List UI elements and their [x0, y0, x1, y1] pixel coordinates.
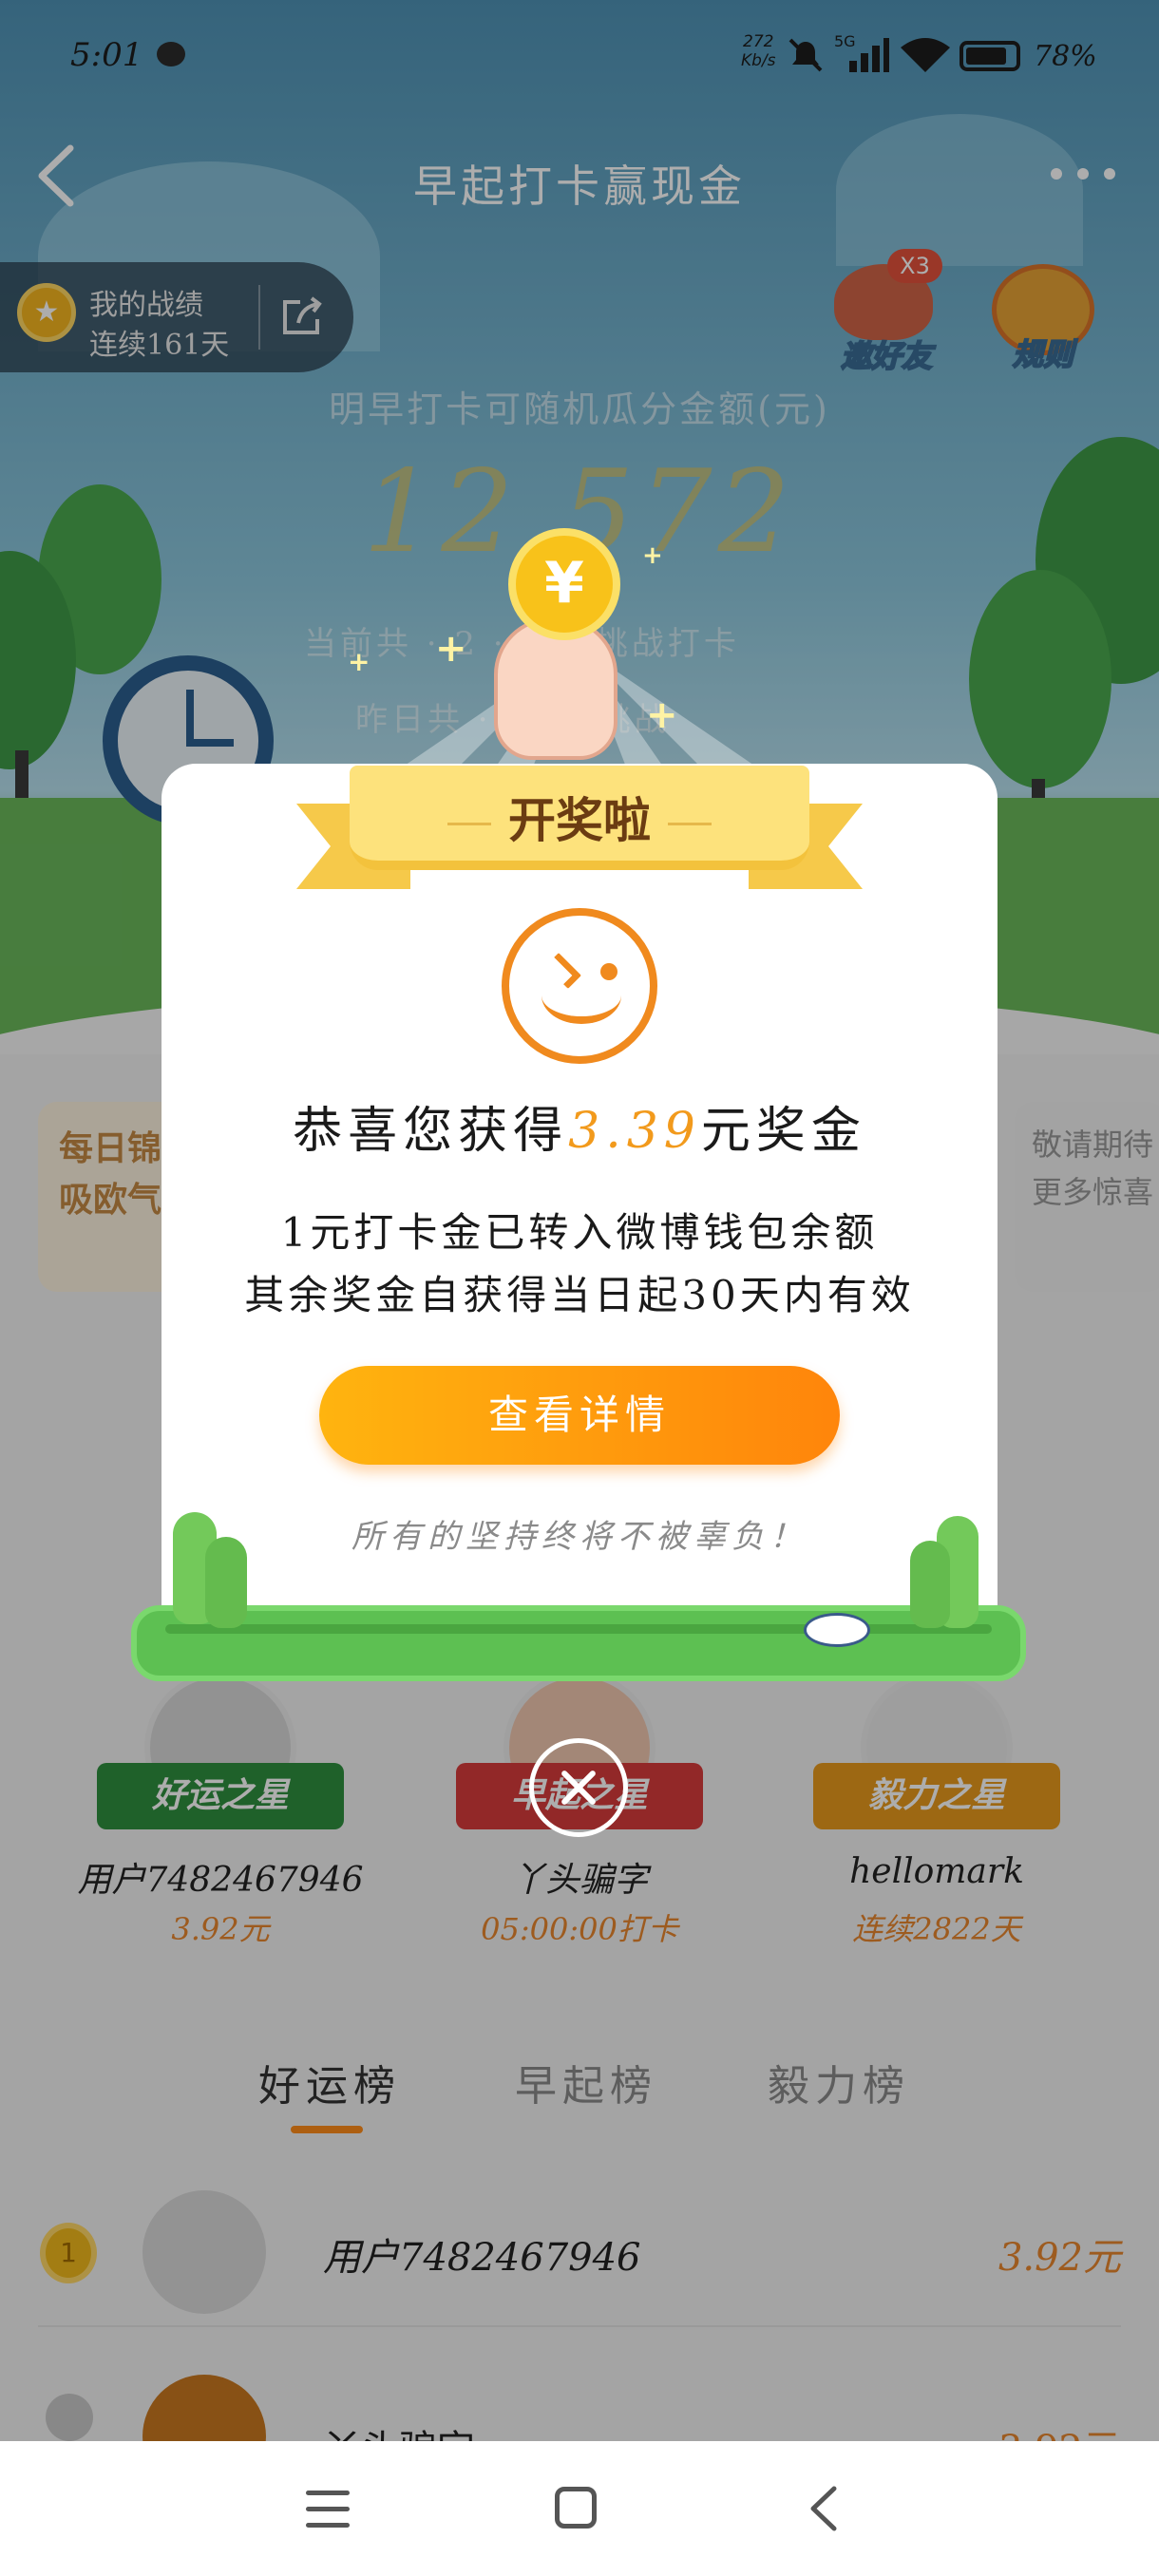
- congrats-suffix: 元奖金: [700, 1103, 866, 1160]
- prize-amount: 3.39: [568, 1103, 701, 1160]
- sparkle-icon: +: [435, 627, 467, 671]
- banner-title-row: 开奖啦: [296, 783, 863, 851]
- wink-smiley-icon: [502, 908, 657, 1064]
- system-nav-bar: [0, 2441, 1159, 2576]
- bird-icon: [804, 1613, 870, 1647]
- info-line: 其余奖金自获得当日起30天内有效: [244, 1272, 915, 1318]
- banner-title: 开奖啦: [508, 793, 651, 848]
- recent-apps-icon[interactable]: [306, 2491, 350, 2529]
- info-line: 1元打卡金已转入微博钱包余额: [280, 1209, 879, 1256]
- tree-shape: [205, 1537, 247, 1628]
- sparkle-icon: +: [348, 646, 370, 677]
- home-icon[interactable]: [555, 2487, 597, 2529]
- view-details-button[interactable]: 查看详情: [319, 1366, 840, 1465]
- yen-coin-icon: ¥: [508, 528, 620, 640]
- modal-grass-decoration: [131, 1605, 1026, 1681]
- sparkle-icon: +: [642, 541, 663, 570]
- back-icon[interactable]: [806, 2485, 844, 2532]
- close-icon[interactable]: [529, 1738, 628, 1837]
- tree-shape: [910, 1541, 950, 1628]
- sparkle-icon: +: [646, 693, 678, 737]
- congrats-text: 恭喜您获得3.39元奖金: [0, 1090, 1159, 1162]
- modal-banner: 开奖啦: [296, 766, 863, 889]
- congrats-prefix: 恭喜您获得: [293, 1103, 569, 1160]
